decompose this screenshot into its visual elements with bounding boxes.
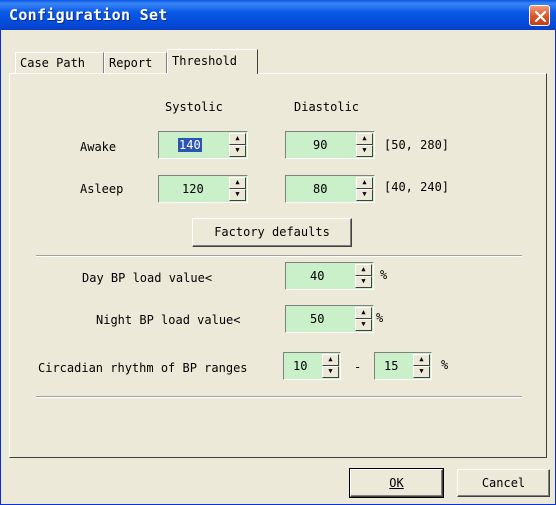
circadian-to-stepper[interactable]: 15 ▲ ▼ <box>374 352 432 380</box>
window-title: Configuration Set <box>9 6 168 24</box>
day-load-label: Day BP load value< <box>82 271 213 285</box>
cancel-label: Cancel <box>481 476 526 490</box>
spin-down-icon[interactable]: ▼ <box>356 145 373 157</box>
spin-up-icon[interactable]: ▲ <box>356 177 373 189</box>
diastolic-header: Diastolic <box>294 100 360 114</box>
night-load-stepper[interactable]: 50 ▲ ▼ <box>285 305 374 333</box>
spin-down-icon[interactable]: ▼ <box>356 189 373 201</box>
night-load-value: 50 <box>310 312 325 326</box>
range-dash: - <box>354 360 362 374</box>
spin-up-icon[interactable]: ▲ <box>355 264 372 276</box>
spin-control: ▲ ▼ <box>229 133 246 157</box>
night-load-label: Night BP load value< <box>96 313 241 327</box>
circadian-label: Circadian rhythm of BP ranges <box>38 361 248 375</box>
spin-down-icon[interactable]: ▼ <box>322 366 339 378</box>
awake-diastolic-stepper[interactable]: 90 ▲ ▼ <box>285 131 375 159</box>
tab-label: Threshold <box>172 54 238 68</box>
tab-case-path[interactable]: Case Path <box>15 52 104 73</box>
ok-button[interactable]: OK <box>349 468 444 498</box>
spin-up-icon[interactable]: ▲ <box>356 133 373 145</box>
awake-systolic-stepper[interactable]: 140 ▲ ▼ <box>158 131 248 159</box>
asleep-range: [40, 240] <box>384 180 450 194</box>
spin-up-icon[interactable]: ▲ <box>229 177 246 189</box>
factory-defaults-button[interactable]: Factory defaults <box>192 218 352 247</box>
day-load-stepper[interactable]: 40 ▲ ▼ <box>285 262 374 290</box>
divider <box>36 255 522 257</box>
circadian-to-value: 15 <box>384 359 399 373</box>
spin-down-icon[interactable]: ▼ <box>355 319 372 331</box>
circadian-from-stepper[interactable]: 10 ▲ ▼ <box>283 352 341 380</box>
spin-down-icon[interactable]: ▼ <box>229 145 246 157</box>
spin-control: ▲ ▼ <box>355 307 372 331</box>
day-load-value: 40 <box>310 269 325 283</box>
tab-label: Report <box>109 56 153 70</box>
title-bar[interactable]: Configuration Set <box>0 0 556 30</box>
awake-label: Awake <box>80 140 117 154</box>
asleep-diastolic-stepper[interactable]: 80 ▲ ▼ <box>285 175 375 203</box>
tab-label: Case Path <box>20 56 86 70</box>
spin-control: ▲ ▼ <box>356 177 373 201</box>
awake-systolic-value: 140 <box>178 138 202 152</box>
spin-down-icon[interactable]: ▼ <box>355 276 372 288</box>
divider <box>36 396 522 398</box>
asleep-systolic-stepper[interactable]: 120 ▲ ▼ <box>158 175 248 203</box>
spin-down-icon[interactable]: ▼ <box>229 189 246 201</box>
systolic-header: Systolic <box>165 100 223 114</box>
tab-report[interactable]: Report <box>104 52 167 73</box>
spin-control: ▲ ▼ <box>355 264 372 288</box>
cancel-button[interactable]: Cancel <box>457 469 550 497</box>
factory-defaults-label: Factory defaults <box>214 225 330 239</box>
spin-down-icon[interactable]: ▼ <box>413 366 430 378</box>
spin-up-icon[interactable]: ▲ <box>355 307 372 319</box>
spin-control: ▲ ▼ <box>229 177 246 201</box>
threshold-panel <box>9 73 547 458</box>
spin-control: ▲ ▼ <box>356 133 373 157</box>
spin-up-icon[interactable]: ▲ <box>413 354 430 366</box>
awake-diastolic-value: 90 <box>313 138 328 152</box>
spin-up-icon[interactable]: ▲ <box>322 354 339 366</box>
asleep-systolic-value: 120 <box>182 182 204 196</box>
awake-range: [50, 280] <box>384 138 450 152</box>
ok-label: OK <box>389 476 404 490</box>
day-load-percent: % <box>380 268 388 282</box>
close-icon <box>534 10 547 23</box>
spin-control: ▲ ▼ <box>322 354 339 378</box>
circadian-percent: % <box>441 358 449 372</box>
close-button[interactable] <box>529 5 550 26</box>
tab-threshold[interactable]: Threshold <box>167 49 258 74</box>
circadian-from-value: 10 <box>293 359 308 373</box>
spin-control: ▲ ▼ <box>413 354 430 378</box>
night-load-percent: % <box>376 311 384 325</box>
asleep-label: Asleep <box>80 182 124 196</box>
spin-up-icon[interactable]: ▲ <box>229 133 246 145</box>
asleep-diastolic-value: 80 <box>313 182 328 196</box>
